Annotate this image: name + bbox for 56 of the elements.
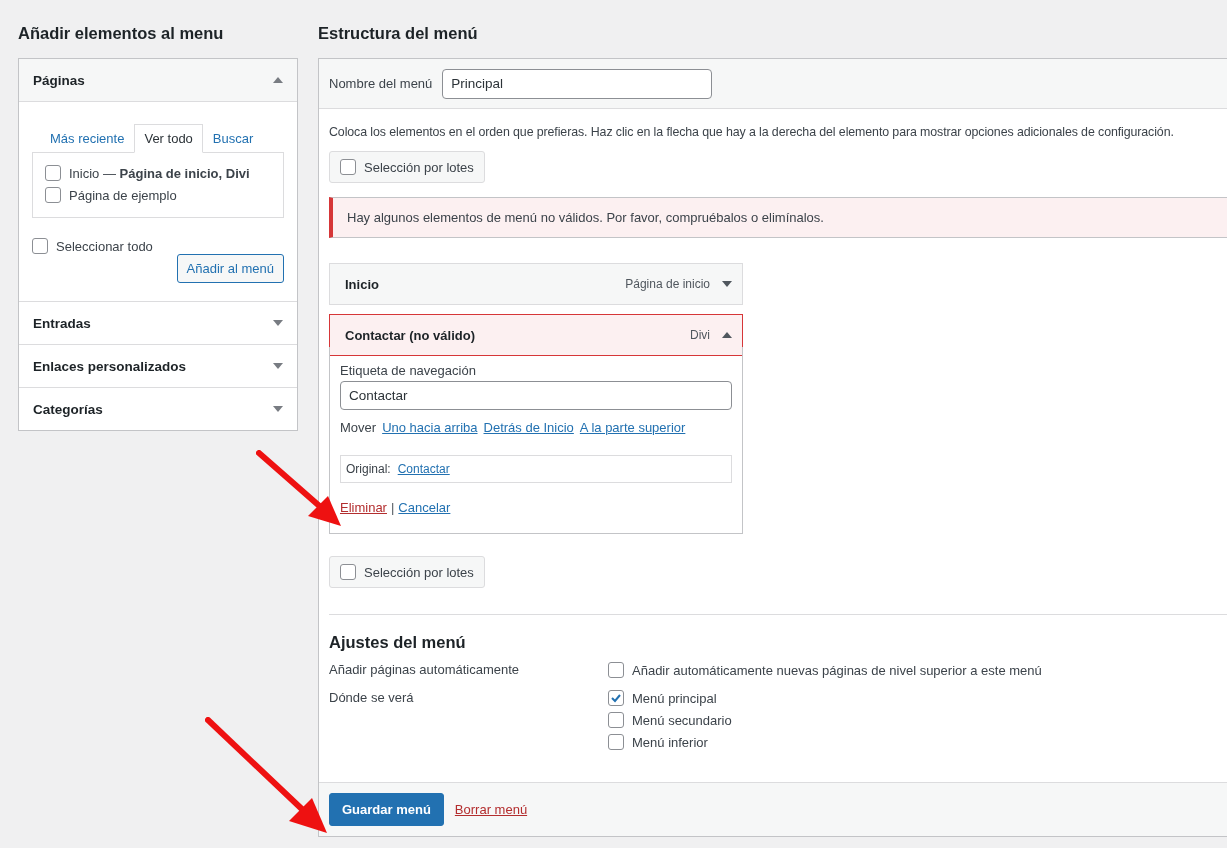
checkbox[interactable] xyxy=(608,690,624,706)
field-label: Etiqueta de navegación xyxy=(340,363,477,378)
menu-item-bar[interactable]: Inicio Página de inicio xyxy=(329,263,743,305)
checkbox[interactable] xyxy=(45,187,61,203)
notice-text: Hay algunos elementos de menú no válidos. Por favor, compruébalos o elimínalos. xyxy=(347,210,824,225)
checkbox[interactable] xyxy=(608,734,624,750)
navigation-label-field[interactable]: Contactar xyxy=(340,381,732,410)
checkbox[interactable] xyxy=(608,712,624,728)
setting-label: Añadir páginas automáticamente xyxy=(329,662,521,678)
separator-text: | xyxy=(390,500,395,515)
move-link[interactable]: Detrás de Inicio xyxy=(483,420,574,435)
bulk-select-button[interactable]: Selección por lotes xyxy=(329,151,485,183)
page-label: Inicio — Página de inicio, Divi xyxy=(69,165,250,181)
cancel-link[interactable]: Cancelar xyxy=(398,500,451,515)
move-link[interactable]: A la parte superior xyxy=(579,420,686,435)
accordion-header[interactable]: Páginas xyxy=(19,59,297,102)
settings-heading: Ajustes del menú xyxy=(329,633,467,652)
add-to-menu-button[interactable]: Añadir al menú xyxy=(176,254,284,283)
menu-name-field[interactable]: Principal xyxy=(442,68,713,99)
save-menu-button[interactable]: Guardar menú xyxy=(329,793,444,826)
tab[interactable]: Buscar xyxy=(202,124,264,153)
move-label: Mover xyxy=(340,420,377,435)
panel-heading: Estructura del menú xyxy=(318,24,479,43)
accordion-header[interactable]: Enlaces personalizados xyxy=(19,344,297,387)
option-label: Añadir automáticamente nuevas páginas de nivel superior a este menú xyxy=(632,662,1042,678)
caret-icon[interactable] xyxy=(722,281,732,287)
menu-name-label: Nombre del menú xyxy=(329,76,433,91)
caret-icon xyxy=(273,406,283,412)
original-label: Original: xyxy=(346,462,391,476)
checkbox[interactable] xyxy=(608,662,624,678)
remove-link[interactable]: Eliminar xyxy=(340,500,387,515)
caret-icon xyxy=(273,363,283,369)
move-link[interactable]: Uno hacia arriba xyxy=(382,420,478,435)
option-label: Menú inferior xyxy=(632,734,708,750)
bulk-select-button[interactable]: Selección por lotes xyxy=(329,556,485,588)
delete-menu-link[interactable]: Borrar menú xyxy=(454,802,528,817)
checkbox[interactable] xyxy=(45,165,61,181)
caret-icon xyxy=(273,77,283,83)
accordion-header[interactable]: Categorías xyxy=(19,387,297,430)
accordion-header[interactable]: Entradas xyxy=(19,301,297,344)
page-label: Página de ejemplo xyxy=(69,187,177,203)
select-all-label: Seleccionar todo xyxy=(56,238,153,254)
original-link[interactable]: Contactar xyxy=(397,462,450,476)
tab[interactable]: Más reciente xyxy=(40,124,135,153)
panel-heading: Añadir elementos al menu xyxy=(18,24,225,43)
caret-icon xyxy=(273,320,283,326)
menu-item-bar[interactable]: Contactar (no válido) Divi xyxy=(329,314,743,356)
caret-icon[interactable] xyxy=(722,332,732,338)
instructions-text: Coloca los elementos en el orden que prefieras. Haz clic en la flecha que hay a la derecha del elemento para mostrar opciones adicionales de configuración. xyxy=(329,125,1175,139)
checkbox[interactable] xyxy=(340,159,356,175)
tab[interactable]: Ver todo xyxy=(134,124,203,153)
setting-label: Dónde se verá xyxy=(329,690,415,707)
checkbox[interactable] xyxy=(32,238,48,254)
checkbox[interactable] xyxy=(340,564,356,580)
option-label: Menú secundario xyxy=(632,712,732,728)
option-label: Menú principal xyxy=(632,690,717,706)
